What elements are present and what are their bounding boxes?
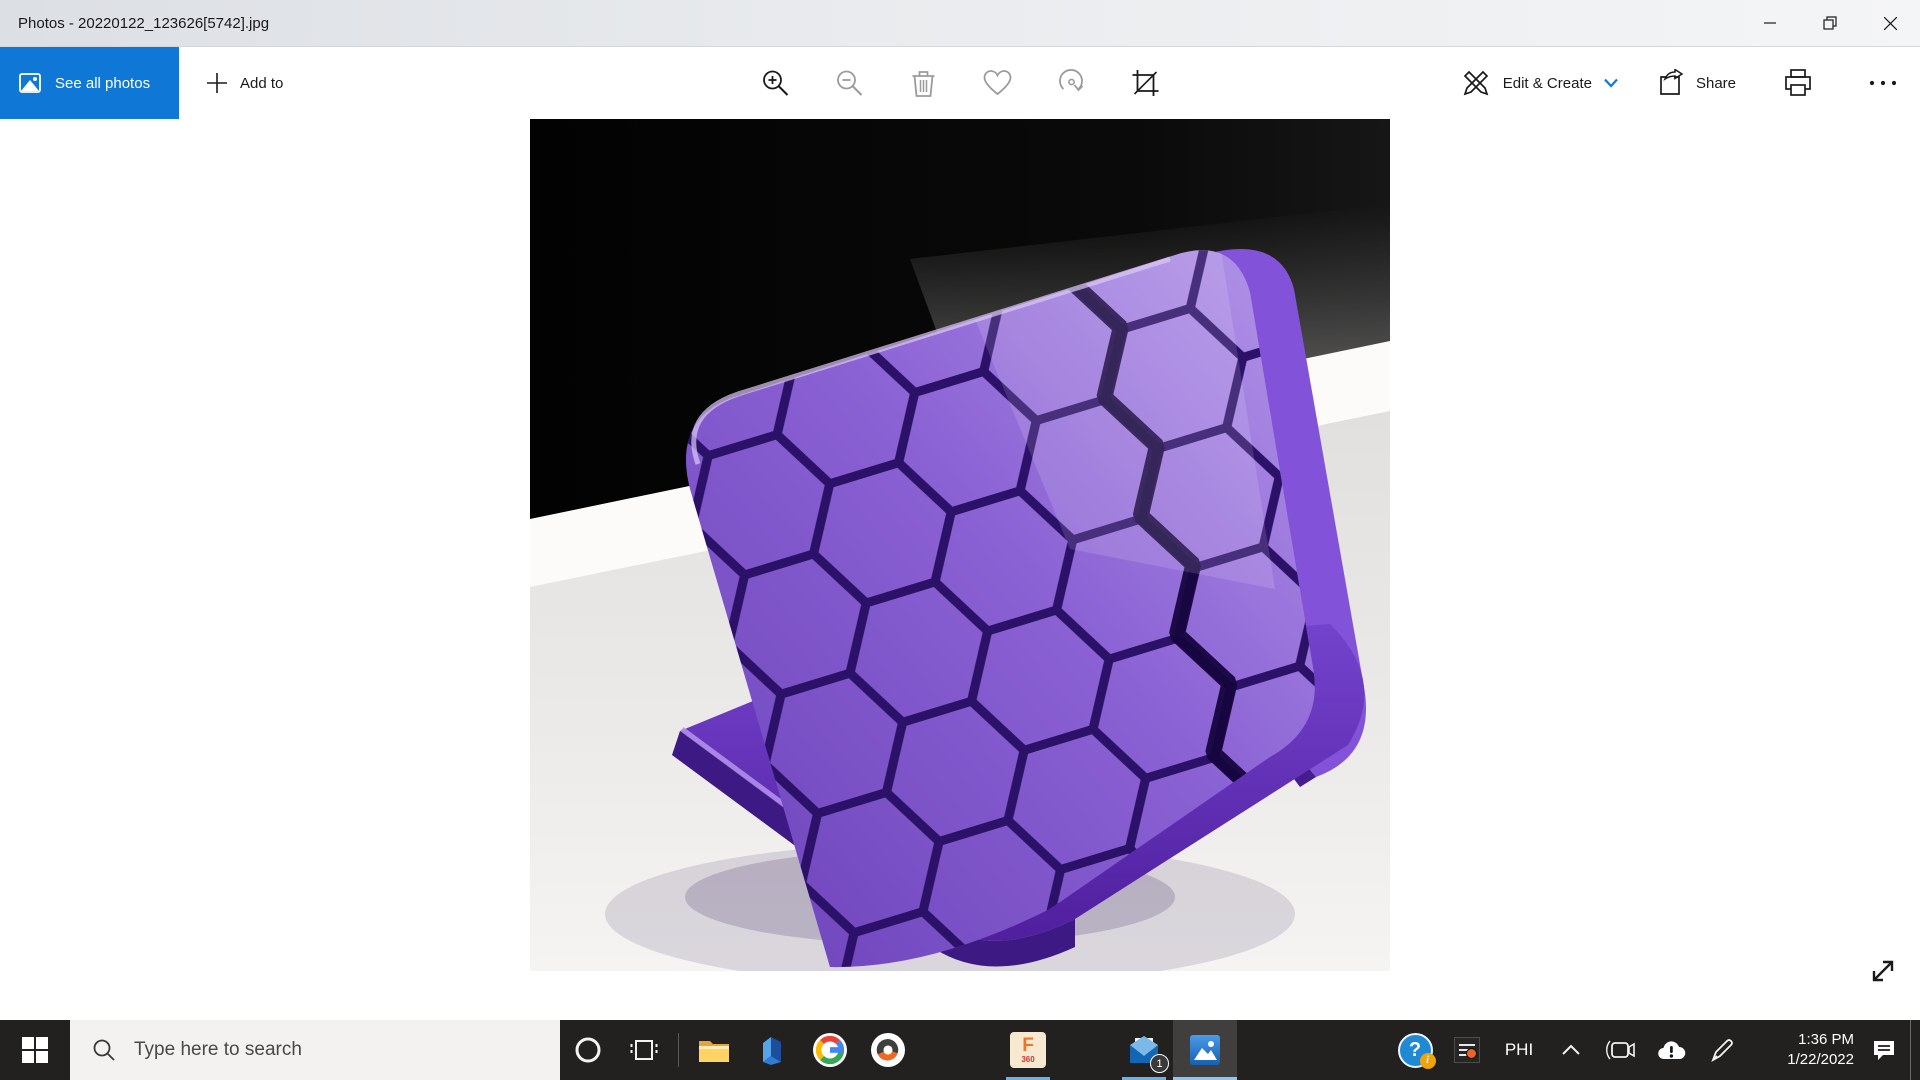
mail-badge: 1 (1150, 1054, 1169, 1073)
edit-create-label: Edit & Create (1503, 75, 1592, 92)
phone-stand-photo (530, 119, 1390, 971)
fusion-f-glyph: F (1022, 1036, 1034, 1055)
taskbar-gap (917, 1020, 999, 1080)
google-button[interactable] (801, 1020, 859, 1080)
action-center-button[interactable] (1858, 1020, 1910, 1080)
windows-ink-tray-button[interactable] (1696, 1020, 1746, 1080)
cortana-icon (573, 1035, 603, 1065)
fusion-360-button[interactable]: F 360 (999, 1020, 1057, 1080)
search-icon (92, 1038, 116, 1062)
photos-gallery-icon (18, 71, 42, 95)
mail-button[interactable]: 1 (1115, 1020, 1173, 1080)
title-bar: Photos - 20220122_123626[5742].jpg (0, 0, 1920, 47)
restore-button[interactable] (1800, 0, 1860, 46)
trash-icon (909, 68, 937, 98)
share-icon (1656, 69, 1684, 97)
command-bar-right: Edit & Create Share (1461, 47, 1906, 119)
pen-icon (1707, 1036, 1735, 1064)
see-all-photos-button[interactable]: See all photos (0, 47, 179, 119)
taskbar-separator (678, 1033, 679, 1067)
search-input[interactable] (132, 1038, 536, 1062)
photos-app-icon (1188, 1033, 1222, 1067)
chevron-up-icon (1562, 1044, 1580, 1056)
tray-app-icon (1454, 1037, 1480, 1063)
add-to-button[interactable]: Add to (196, 47, 293, 119)
zoom-out-button[interactable] (826, 60, 873, 107)
device-tray-button[interactable] (1596, 1020, 1646, 1080)
clock-date: 1/22/2022 (1787, 1050, 1854, 1070)
language-label: PHI (1505, 1040, 1533, 1060)
get-help-tray-button[interactable]: ? i (1388, 1020, 1442, 1080)
fusion-360-icon: F 360 (1010, 1032, 1046, 1068)
share-label: Share (1696, 75, 1736, 92)
command-bar: See all photos Add to (0, 47, 1920, 119)
device-camera-icon (1606, 1037, 1636, 1063)
cloud-alert-icon (1656, 1038, 1686, 1062)
cortana-button[interactable] (560, 1020, 616, 1080)
heart-icon (982, 69, 1012, 97)
windows-logo-icon (22, 1037, 48, 1063)
clock[interactable]: 1:36 PM 1/22/2022 (1746, 1020, 1858, 1080)
zoom-in-button[interactable] (752, 60, 799, 107)
file-explorer-icon (697, 1035, 731, 1065)
orange-circle-app-icon (871, 1033, 905, 1067)
photo-tools (752, 47, 1169, 119)
favorite-button[interactable] (974, 60, 1021, 107)
orange-dot (1466, 1048, 1477, 1059)
crop-button[interactable] (1122, 60, 1169, 107)
google-g-icon (813, 1033, 847, 1067)
window-controls (1740, 0, 1920, 46)
minimize-icon (1764, 17, 1776, 29)
action-center-icon (1870, 1036, 1898, 1064)
hidden-icons-button[interactable] (1546, 1020, 1596, 1080)
print-button[interactable] (1774, 60, 1821, 107)
close-icon (1884, 17, 1897, 30)
window-title: Photos - 20220122_123626[5742].jpg (18, 15, 269, 32)
onenote-button[interactable] (743, 1020, 801, 1080)
ellipsis-icon (1868, 79, 1898, 87)
file-explorer-button[interactable] (685, 1020, 743, 1080)
photos-app-button[interactable] (1173, 1020, 1237, 1080)
task-view-icon (629, 1035, 659, 1065)
show-desktop-button[interactable] (1910, 1020, 1920, 1080)
minimize-button[interactable] (1740, 0, 1800, 46)
zoom-in-icon (760, 68, 790, 98)
chevron-down-icon (1604, 78, 1618, 88)
delete-button[interactable] (900, 60, 947, 107)
taskbar-gap (1057, 1020, 1115, 1080)
taskbar: F 360 1 (0, 1020, 1920, 1080)
task-view-button[interactable] (616, 1020, 672, 1080)
photos-app-window: Photos - 20220122_123626[5742].jpg (0, 0, 1920, 1080)
photo-view[interactable] (530, 119, 1390, 971)
info-badge-icon: i (1420, 1053, 1436, 1069)
printer-icon (1783, 68, 1813, 98)
rotate-icon (1056, 68, 1086, 98)
add-to-label: Add to (240, 75, 283, 92)
edit-create-button[interactable]: Edit & Create (1461, 47, 1618, 119)
expand-icon (1868, 956, 1898, 986)
close-button[interactable] (1860, 0, 1920, 46)
clock-time: 1:36 PM (1798, 1030, 1854, 1050)
rotate-button[interactable] (1048, 60, 1095, 107)
start-button[interactable] (0, 1020, 70, 1080)
edit-create-icon (1461, 68, 1491, 98)
see-more-button[interactable] (1859, 60, 1906, 107)
share-button[interactable]: Share (1656, 47, 1736, 119)
crop-icon (1130, 68, 1160, 98)
fusion-360-glyph: 360 (1021, 1056, 1034, 1064)
tray-app-button[interactable] (1442, 1020, 1492, 1080)
orange-circle-app-button[interactable] (859, 1020, 917, 1080)
zoom-out-icon (834, 68, 864, 98)
photo-stage (0, 119, 1920, 1020)
taskbar-search[interactable] (70, 1020, 560, 1080)
help-icon: ? i (1398, 1033, 1433, 1068)
restore-icon (1823, 16, 1837, 30)
onedrive-alert-tray-button[interactable] (1646, 1020, 1696, 1080)
onenote-icon (757, 1034, 787, 1066)
taskbar-spacer (1237, 1020, 1388, 1080)
see-all-photos-label: See all photos (55, 75, 150, 92)
plus-icon (206, 72, 228, 94)
fullscreen-button[interactable] (1864, 952, 1902, 990)
language-indicator[interactable]: PHI (1492, 1020, 1546, 1080)
